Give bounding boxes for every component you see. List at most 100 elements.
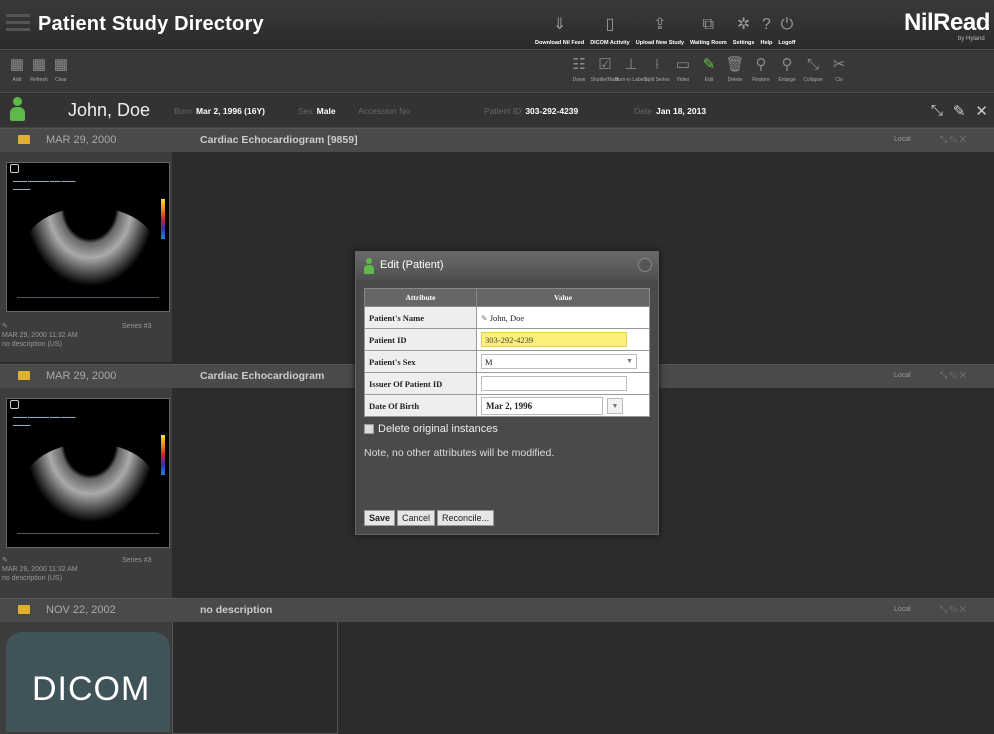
upload-icon: ⇪: [653, 16, 667, 33]
study-date: MAR 29, 2000: [46, 134, 117, 146]
dialog-title: Edit (Patient): [380, 259, 444, 271]
study-actions-icon[interactable]: ⤡✎✕: [940, 604, 968, 615]
page-title: Patient Study Directory: [38, 13, 264, 35]
toolbar-button-add[interactable]: ▦ Add: [6, 53, 28, 91]
hamburger-menu-icon[interactable]: [6, 10, 30, 38]
toolbar-button-label: Delete: [727, 77, 743, 83]
value-cell: Mar 2, 1996 ▼: [476, 394, 650, 417]
color-scale: [161, 199, 165, 239]
study-description: no description: [200, 604, 273, 616]
patient-bar: John, Doe Born Mar 2, 1996 (16Y) Sex Male …: [0, 94, 994, 128]
ecg-baseline: [17, 297, 159, 298]
patient-icon: [10, 97, 25, 123]
refresh-icon: ▦: [31, 56, 47, 73]
toolbar-button-close-all[interactable]: ✂ Clo: [826, 53, 852, 91]
attribute-label: Issuer Of Patient ID: [364, 372, 477, 395]
attributes-table: Attribute Value Patient's Name ✎ John, Do…: [364, 288, 650, 417]
header-action-label: Upload New Study: [635, 40, 685, 46]
table-row: Patient's Name ✎ John, Doe: [364, 306, 650, 329]
accession-label: Accession No: [358, 106, 410, 116]
save-button[interactable]: Save: [364, 510, 396, 526]
delete-icon: 🗑: [725, 56, 745, 73]
born-label: Born: [174, 106, 192, 116]
collapse-icon: ⤡: [806, 56, 819, 73]
toolbar: ▦ Add ▦ Refresh ▦ Clear ☷ Down ☑ Shuttle/Mask ⊥ Bu…: [0, 51, 994, 93]
activity-icon: ▯: [605, 16, 615, 33]
study-source: Local: [894, 606, 911, 613]
waiting-room-icon: ⧉: [702, 16, 715, 33]
toolbar-button-down[interactable]: ☷ Down: [566, 53, 592, 91]
cancel-button[interactable]: Cancel: [397, 510, 436, 526]
toolbar-left: ▦ Add ▦ Refresh ▦ Clear: [6, 53, 72, 91]
issuer-input[interactable]: [481, 376, 627, 391]
toolbar-button-collapse[interactable]: ⤡ Collapse: [800, 53, 826, 91]
header-action-waiting-room[interactable]: ⧉ Waiting Room: [687, 4, 730, 46]
table-row: Patient's Sex M ▼: [364, 350, 650, 373]
study-actions-icon[interactable]: ⤡✎✕: [940, 370, 968, 381]
toolbar-button-edit[interactable]: ✎ Edit: [696, 53, 722, 91]
series-thumbnail[interactable]: ▬▬▬▬ ▬▬▬▬▬▬ ▬▬▬ ▬▬▬▬ ▬▬▬▬▬: [6, 398, 170, 548]
header-action-label: Download Nil Feed: [535, 40, 585, 46]
toolbar-button-restore[interactable]: ⚲ Restore: [748, 53, 774, 91]
header-action-label: Help: [760, 40, 773, 46]
value-cell: [476, 372, 650, 395]
toolbar-button-label: Add: [12, 77, 22, 83]
column-header-value: Value: [476, 288, 650, 307]
patient-icon: [364, 258, 374, 274]
toolbar-button-video[interactable]: ▭ Video: [670, 53, 696, 91]
series-count: Series #3: [122, 323, 152, 330]
header-action-help[interactable]: ? Help: [757, 4, 775, 46]
study-source: Local: [894, 136, 911, 143]
header-action-label: Waiting Room: [690, 40, 727, 46]
patient-id-value: 303-292-4239: [525, 106, 579, 116]
toolbar-button-refresh[interactable]: ▦ Refresh: [28, 53, 50, 91]
dialog-note: Note, no other attributes will be modifi…: [364, 447, 555, 459]
series-thumbnail[interactable]: ▬▬▬▬ ▬▬▬▬▬▬ ▬▬▬ ▬▬▬▬ ▬▬▬▬▬: [6, 162, 170, 312]
series-panel: ▬▬▬▬ ▬▬▬▬▬▬ ▬▬▬ ▬▬▬▬ ▬▬▬▬▬ ✎ Series #3 M…: [0, 388, 172, 598]
study-description: Cardiac Echocardiogram: [200, 370, 325, 382]
down-icon: ☷: [572, 56, 586, 73]
patient-name-value: John, Doe: [489, 312, 525, 323]
toolbar-button-enlarge[interactable]: ⚲ Enlarge: [774, 53, 800, 91]
patient-id-input[interactable]: 303-292-4239: [481, 332, 627, 347]
patient-sex-select[interactable]: M ▼: [481, 354, 637, 369]
sex-label: Sex: [298, 106, 313, 116]
header-action-download[interactable]: ⇓ Download Nil Feed: [532, 4, 587, 46]
dicom-placeholder-thumbnail[interactable]: DICOM: [6, 632, 170, 732]
dialog-titlebar[interactable]: Edit (Patient): [356, 252, 658, 280]
folder-icon: [18, 135, 30, 144]
close-icon[interactable]: ✕: [975, 102, 988, 120]
study-header[interactable]: MAR 29, 2000 Cardiac Echocardiogram [985…: [0, 128, 994, 152]
header-action-power[interactable]: ⏻ Logoff: [775, 4, 798, 46]
patient-id-label: Patient ID: [484, 106, 522, 116]
header-action-upload[interactable]: ⇪ Upload New Study: [633, 4, 687, 46]
toolbar-button-shuttle[interactable]: ☑ Shuttle/Mask: [591, 53, 620, 91]
power-icon: ⏻: [780, 16, 794, 33]
toolbar-button-label: Collapse: [803, 77, 823, 83]
study-header[interactable]: NOV 22, 2002 no description Local ⤡✎✕: [0, 598, 994, 622]
ultrasound-image: [25, 443, 155, 523]
header-action-activity[interactable]: ▯ DICOM Activity: [587, 4, 633, 46]
value-cell[interactable]: ✎ John, Doe: [476, 306, 650, 329]
split-series-icon: ⟊: [655, 56, 659, 73]
toolbar-button-delete[interactable]: 🗑 Delete: [722, 53, 748, 91]
dob-input[interactable]: Mar 2, 1996: [481, 396, 603, 415]
patient-name: John, Doe: [68, 100, 151, 120]
table-row: Date Of Birth Mar 2, 1996 ▼: [364, 394, 650, 417]
edit-icon[interactable]: ✎: [953, 102, 966, 120]
series-date: MAR 29, 2000 11:32 AM: [2, 332, 78, 339]
toolbar-button-clear[interactable]: ▦ Clear: [50, 53, 72, 91]
clear-icon: ▦: [53, 56, 69, 73]
header-action-label: Logoff: [778, 40, 796, 46]
reconcile-button[interactable]: Reconcile...: [437, 510, 495, 526]
attribute-label: Patient's Name: [364, 306, 477, 329]
series-info: ✎ Series #3 MAR 29, 2000 11:32 AM no des…: [2, 322, 152, 349]
delete-original-checkbox[interactable]: [364, 424, 374, 434]
toolbar-button-burn-labels[interactable]: ⊥ Burn-in Labels: [615, 53, 647, 91]
toolbar-button-split-series[interactable]: ⟊ Split Series: [644, 53, 670, 91]
header-action-gear[interactable]: ✲ Settings: [730, 4, 758, 46]
collapse-icon[interactable]: ⤡: [931, 102, 943, 120]
close-icon[interactable]: [638, 258, 652, 272]
study-actions-icon[interactable]: ⤡✎✕: [940, 134, 968, 145]
calendar-dropdown-icon[interactable]: ▼: [607, 397, 623, 414]
